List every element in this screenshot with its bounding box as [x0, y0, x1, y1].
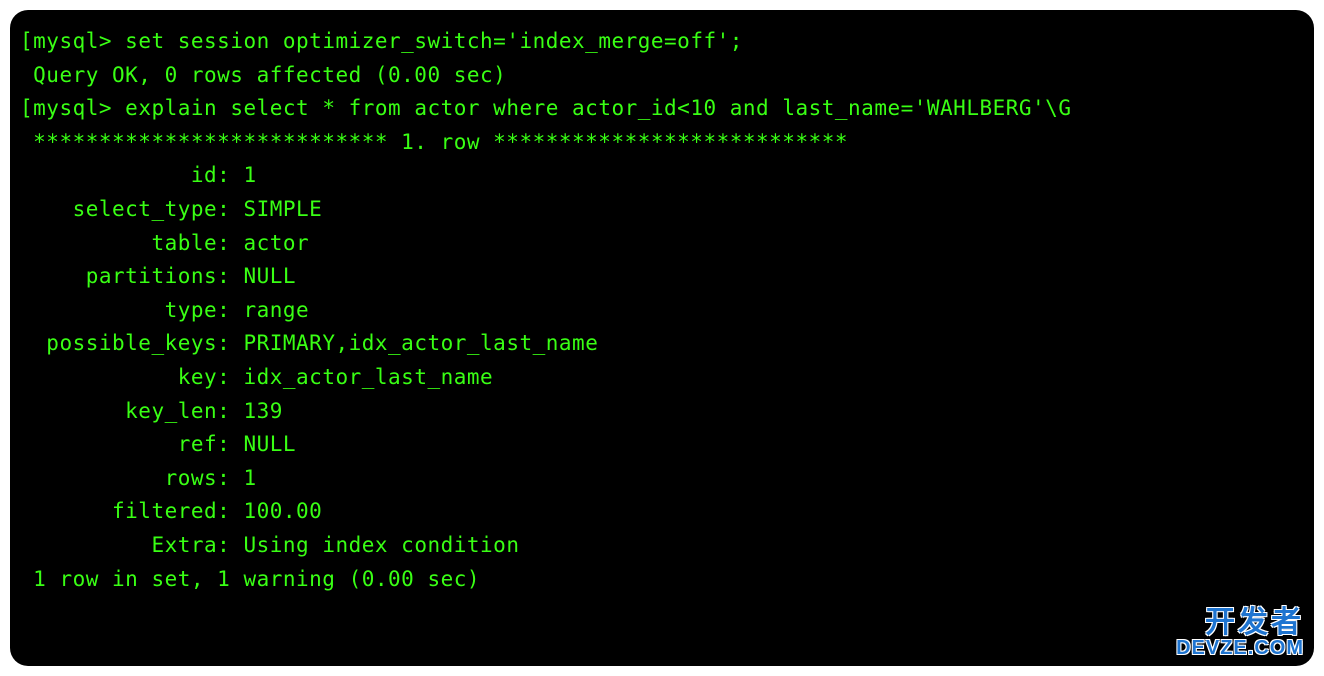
command-2-text: explain select * from actor where actor_… [125, 96, 1071, 120]
kv-separator: : [217, 399, 243, 423]
explain-row: table: actor [20, 227, 1304, 261]
kv-separator: : [217, 499, 243, 523]
explain-key-type: type [33, 298, 217, 322]
explain-row: rows: 1 [20, 462, 1304, 496]
command-line-2: [mysql> explain select * from actor wher… [20, 92, 1304, 126]
mysql-prompt: mysql> [33, 96, 112, 120]
explain-value-Extra: Using index condition [243, 533, 519, 557]
watermark: 开发者 DEVZE.COM [1176, 608, 1304, 658]
explain-value-possible_keys: PRIMARY,idx_actor_last_name [243, 331, 598, 355]
prompt-bracket: [ [20, 96, 33, 120]
kv-separator: : [217, 432, 243, 456]
result-line-1: Query OK, 0 rows affected (0.00 sec) [20, 59, 1304, 93]
explain-key-select_type: select_type [33, 197, 217, 221]
row-separator: *************************** 1. row *****… [20, 126, 1304, 160]
kv-separator: : [217, 298, 243, 322]
explain-key-id: id [33, 163, 217, 187]
watermark-bottom: DEVZE.COM [1176, 638, 1304, 658]
explain-key-rows: rows [33, 466, 217, 490]
explain-key-possible_keys: possible_keys [33, 331, 217, 355]
footer-line: 1 row in set, 1 warning (0.00 sec) [20, 563, 1304, 597]
watermark-top: 开发者 [1176, 608, 1304, 638]
mysql-prompt: mysql> [33, 29, 112, 53]
explain-row: Extra: Using index condition [20, 529, 1304, 563]
explain-value-filtered: 100.00 [243, 499, 322, 523]
explain-value-partitions: NULL [243, 264, 296, 288]
explain-key-filtered: filtered [33, 499, 217, 523]
explain-row: possible_keys: PRIMARY,idx_actor_last_na… [20, 327, 1304, 361]
footer-text: 1 row in set, 1 warning (0.00 sec) [33, 567, 480, 591]
explain-value-key_len: 139 [243, 399, 282, 423]
command-1-text: set session optimizer_switch='index_merg… [125, 29, 743, 53]
terminal-window[interactable]: [mysql> set session optimizer_switch='in… [10, 10, 1314, 666]
explain-key-Extra: Extra [33, 533, 217, 557]
explain-key-partitions: partitions [33, 264, 217, 288]
kv-separator: : [217, 163, 243, 187]
command-line-1: [mysql> set session optimizer_switch='in… [20, 25, 1304, 59]
explain-value-id: 1 [243, 163, 256, 187]
kv-separator: : [217, 365, 243, 389]
kv-separator: : [217, 264, 243, 288]
kv-separator: : [217, 197, 243, 221]
explain-key-key_len: key_len [33, 399, 217, 423]
explain-key-key: key [33, 365, 217, 389]
explain-key-ref: ref [33, 432, 217, 456]
explain-row: select_type: SIMPLE [20, 193, 1304, 227]
explain-value-rows: 1 [243, 466, 256, 490]
explain-row: id: 1 [20, 159, 1304, 193]
kv-separator: : [217, 533, 243, 557]
explain-row: key: idx_actor_last_name [20, 361, 1304, 395]
explain-row: ref: NULL [20, 428, 1304, 462]
kv-separator: : [217, 466, 243, 490]
prompt-bracket: [ [20, 29, 33, 53]
explain-row: key_len: 139 [20, 395, 1304, 429]
kv-separator: : [217, 331, 243, 355]
explain-key-table: table [33, 231, 217, 255]
explain-value-table: actor [243, 231, 309, 255]
row-separator-text: *************************** 1. row *****… [33, 130, 848, 154]
explain-value-select_type: SIMPLE [243, 197, 322, 221]
explain-value-type: range [243, 298, 309, 322]
explain-row: filtered: 100.00 [20, 495, 1304, 529]
explain-value-key: idx_actor_last_name [243, 365, 493, 389]
explain-row: partitions: NULL [20, 260, 1304, 294]
explain-value-ref: NULL [243, 432, 296, 456]
kv-separator: : [217, 231, 243, 255]
explain-row: type: range [20, 294, 1304, 328]
explain-output-rows: id: 1 select_type: SIMPLE table: actor p… [20, 159, 1304, 562]
result-1-text: Query OK, 0 rows affected (0.00 sec) [33, 63, 506, 87]
